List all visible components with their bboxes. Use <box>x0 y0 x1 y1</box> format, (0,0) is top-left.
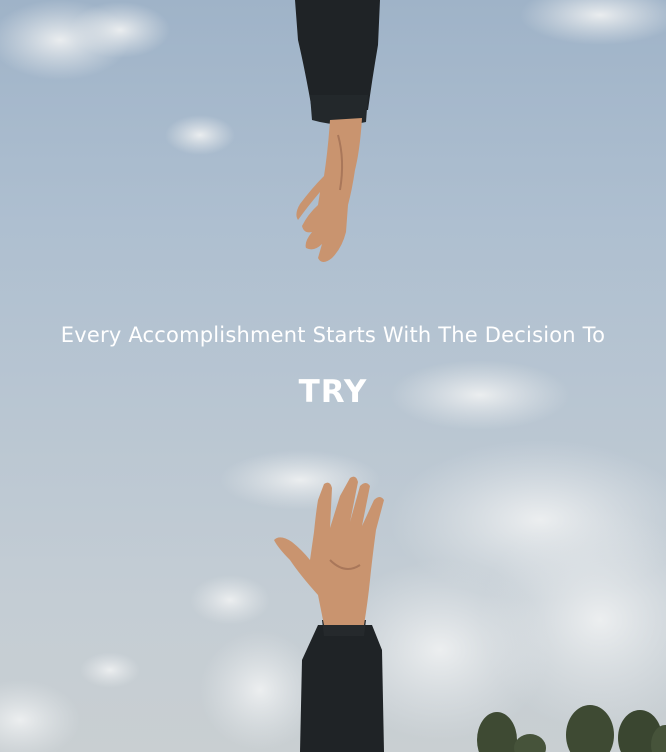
top-arm-reaching-down <box>295 0 380 262</box>
hero-banner: Every Accomplishment Starts With The Dec… <box>0 0 666 752</box>
headline-text: Every Accomplishment Starts With The Dec… <box>60 323 606 347</box>
emphasis-text: TRY <box>298 374 368 410</box>
hero-caption: Every Accomplishment Starts With The Dec… <box>0 318 666 412</box>
